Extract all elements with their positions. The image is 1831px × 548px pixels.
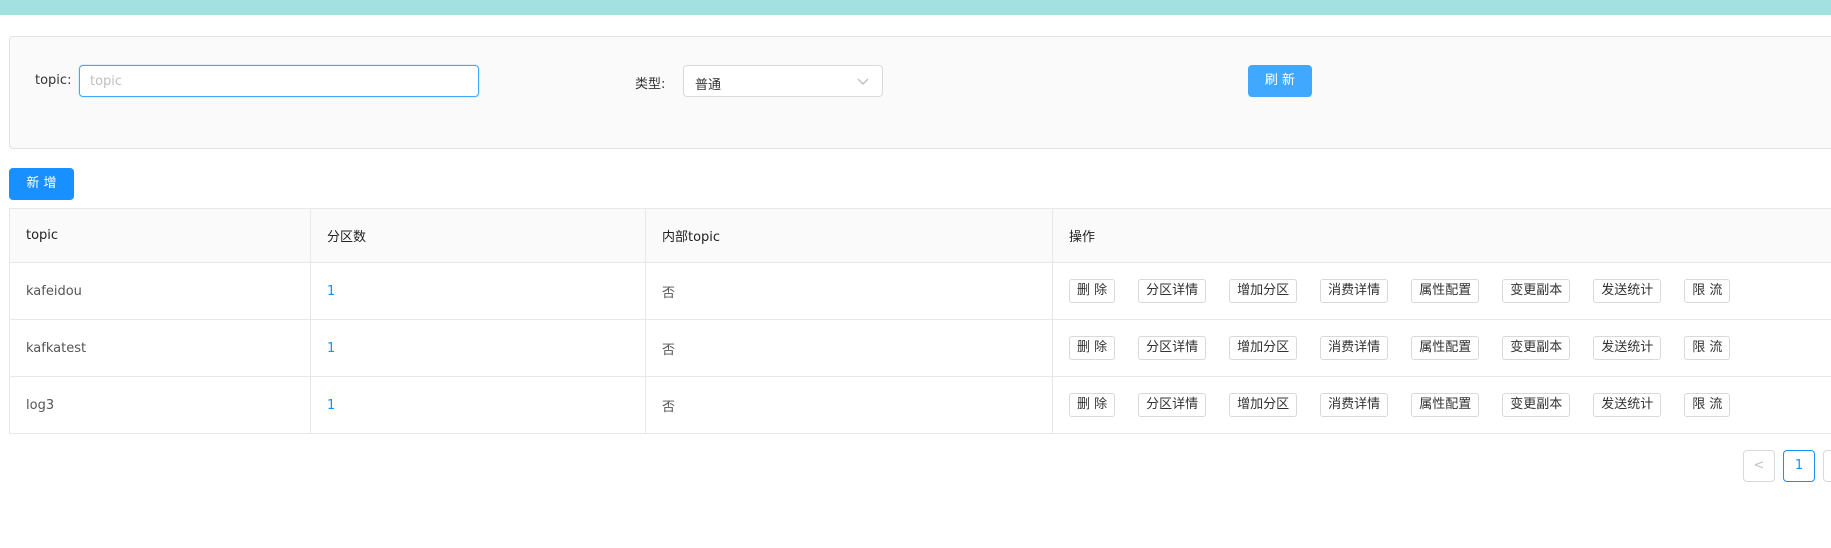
add-partition-button[interactable]: 增加分区 [1229,336,1298,360]
header-internal-topic[interactable]: 内部topic [646,209,1053,262]
topic-name-cell: kafkatest [10,320,311,376]
property-config-button[interactable]: 属性配置 [1411,336,1480,360]
property-config-button[interactable]: 属性配置 [1411,393,1480,417]
consumer-details-button[interactable]: 消费详情 [1320,393,1389,417]
topic-label: topic: [35,73,72,88]
table-row: kafeidou 1 否 删 除 分区详情 增加分区 消费详情 属性配置 变更副… [10,263,1831,320]
add-partition-button[interactable]: 增加分区 [1229,393,1298,417]
header-actions: 操作 [1053,209,1831,262]
property-config-button[interactable]: 属性配置 [1411,279,1480,303]
internal-topic-cell: 否 [646,320,1053,376]
top-banner [0,0,1831,15]
rate-limit-button[interactable]: 限 流 [1684,393,1731,417]
internal-topic-cell: 否 [646,377,1053,433]
topic-name-cell: log3 [10,377,311,433]
change-replicas-button[interactable]: 变更副本 [1502,336,1571,360]
chevron-down-icon [857,78,869,85]
refresh-button[interactable]: 刷 新 [1248,65,1312,97]
topic-name-cell: kafeidou [10,263,311,319]
rate-limit-button[interactable]: 限 流 [1684,336,1731,360]
send-stats-button[interactable]: 发送统计 [1593,393,1662,417]
consumer-details-button[interactable]: 消费详情 [1320,336,1389,360]
add-partition-button[interactable]: 增加分区 [1229,279,1298,303]
rate-limit-button[interactable]: 限 流 [1684,279,1731,303]
type-select[interactable]: 普通 [683,65,883,97]
pagination-page-button[interactable]: 1 [1783,450,1815,482]
header-topic[interactable]: topic [10,209,311,262]
partitions-link[interactable]: 1 [327,341,335,356]
partition-details-button[interactable]: 分区详情 [1138,393,1207,417]
pagination-prev-button[interactable]: < [1743,450,1775,482]
row-actions: 删 除 分区详情 增加分区 消费详情 属性配置 变更副本 发送统计 限 流 [1069,336,1753,360]
partitions-link[interactable]: 1 [327,398,335,413]
change-replicas-button[interactable]: 变更副本 [1502,393,1571,417]
consumer-details-button[interactable]: 消费详情 [1320,279,1389,303]
row-actions: 删 除 分区详情 增加分区 消费详情 属性配置 变更副本 发送统计 限 流 [1069,393,1753,417]
topic-table: topic 分区数 内部topic 操作 kafeidou 1 否 删 除 分区… [9,208,1831,434]
internal-topic-cell: 否 [646,263,1053,319]
table-row: log3 1 否 删 除 分区详情 增加分区 消费详情 属性配置 变更副本 发送… [10,377,1831,434]
partition-details-button[interactable]: 分区详情 [1138,336,1207,360]
add-topic-button[interactable]: 新 增 [9,168,74,200]
delete-button[interactable]: 删 除 [1069,393,1116,417]
send-stats-button[interactable]: 发送统计 [1593,279,1662,303]
partition-details-button[interactable]: 分区详情 [1138,279,1207,303]
filter-panel: topic: 类型: 普通 刷 新 [9,36,1831,149]
type-label: 类型: [635,77,666,92]
delete-button[interactable]: 删 除 [1069,336,1116,360]
partitions-link[interactable]: 1 [327,284,335,299]
pagination-next-button[interactable] [1823,450,1831,482]
topic-search-input[interactable] [79,65,479,97]
change-replicas-button[interactable]: 变更副本 [1502,279,1571,303]
type-select-value: 普通 [695,78,722,93]
row-actions: 删 除 分区详情 增加分区 消费详情 属性配置 变更副本 发送统计 限 流 [1069,279,1753,303]
table-row: kafkatest 1 否 删 除 分区详情 增加分区 消费详情 属性配置 变更… [10,320,1831,377]
delete-button[interactable]: 删 除 [1069,279,1116,303]
table-header-row: topic 分区数 内部topic 操作 [10,209,1831,263]
header-partitions[interactable]: 分区数 [311,209,646,262]
send-stats-button[interactable]: 发送统计 [1593,336,1662,360]
